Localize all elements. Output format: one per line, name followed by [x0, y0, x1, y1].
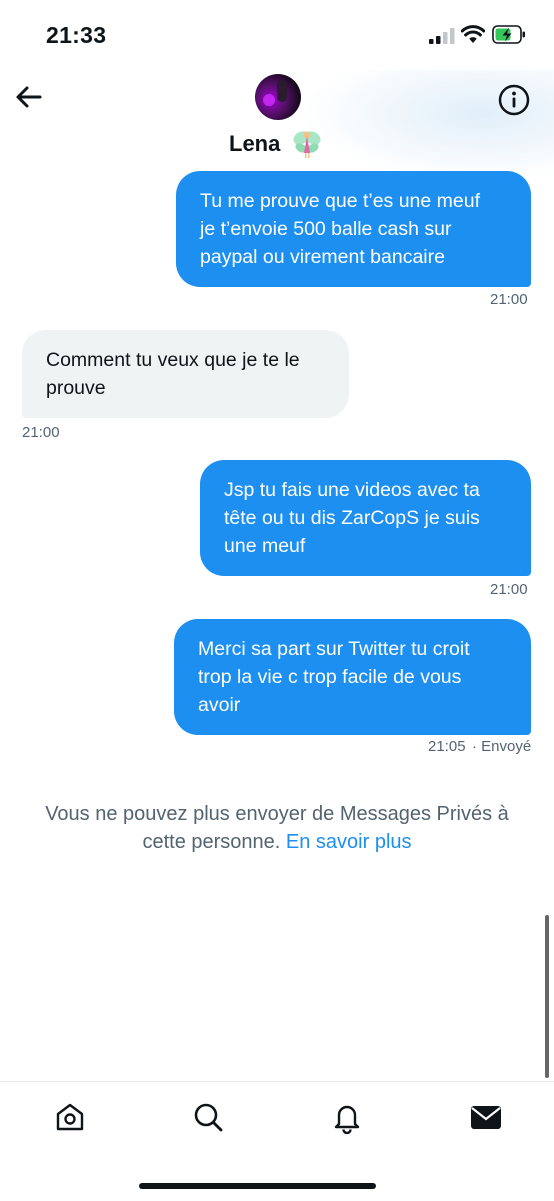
message-status: · Envoyé	[472, 738, 532, 755]
message-line: avoir	[198, 694, 241, 716]
message-bubble-outgoing[interactable]: Jsp tu fais une videos avec ta tête ou t…	[200, 460, 531, 576]
scrollbar[interactable]	[545, 915, 549, 1078]
message-timestamp: 21:00	[22, 424, 60, 441]
message-bubble-outgoing[interactable]: Merci sa part sur Twitter tu croit trop …	[174, 619, 531, 735]
message-line: prouve	[46, 377, 106, 399]
message-line: Jsp tu fais une videos avec ta	[224, 479, 480, 501]
message-line: tête ou tu dis ZarCopS je suis	[224, 507, 480, 529]
search-icon[interactable]	[191, 1100, 225, 1134]
battery-charging-icon	[492, 25, 525, 44]
wifi-icon	[461, 25, 485, 43]
message-line: Comment tu veux que je te le	[46, 349, 300, 371]
notice-line: Vous ne pouvez plus envoyer de Messages …	[45, 803, 509, 825]
notice-text: cette personne.	[142, 831, 281, 853]
status-bar: 21:33	[0, 0, 554, 70]
message-line: Tu me prouve que t’es une meuf	[200, 190, 481, 212]
dm-restricted-notice: Vous ne pouvez plus envoyer de Messages …	[20, 800, 534, 856]
message-line: paypal ou virement bancaire	[200, 246, 445, 268]
message-line: trop la vie c trop facile de vous	[198, 666, 462, 688]
contact-avatar[interactable]	[255, 74, 301, 120]
contact-name[interactable]: Lena	[229, 131, 280, 157]
message-line: Merci sa part sur Twitter tu croit	[198, 638, 470, 660]
notice-line-2: cette personne. En savoir plus	[20, 828, 534, 856]
back-arrow-icon[interactable]	[14, 82, 44, 112]
fairy-icon	[293, 131, 321, 158]
learn-more-link[interactable]: En savoir plus	[286, 831, 412, 853]
message-timestamp: 21:05	[428, 738, 466, 755]
info-icon[interactable]	[497, 83, 531, 117]
message-bubble-outgoing[interactable]: Tu me prouve que t’es une meuf je t’envo…	[176, 171, 531, 287]
notifications-icon[interactable]	[330, 1100, 364, 1134]
message-bubble-incoming[interactable]: Comment tu veux que je te le prouve	[22, 330, 349, 418]
messages-icon[interactable]	[469, 1100, 503, 1134]
home-icon[interactable]	[53, 1100, 87, 1134]
message-line: une meuf	[224, 535, 306, 557]
message-timestamp: 21:00	[490, 291, 528, 308]
message-timestamp: 21:00	[490, 581, 528, 598]
cellular-signal-icon	[429, 28, 455, 44]
message-line: je t’envoie 500 balle cash sur	[200, 218, 452, 240]
status-time: 21:33	[46, 22, 107, 48]
home-indicator[interactable]	[139, 1183, 376, 1189]
